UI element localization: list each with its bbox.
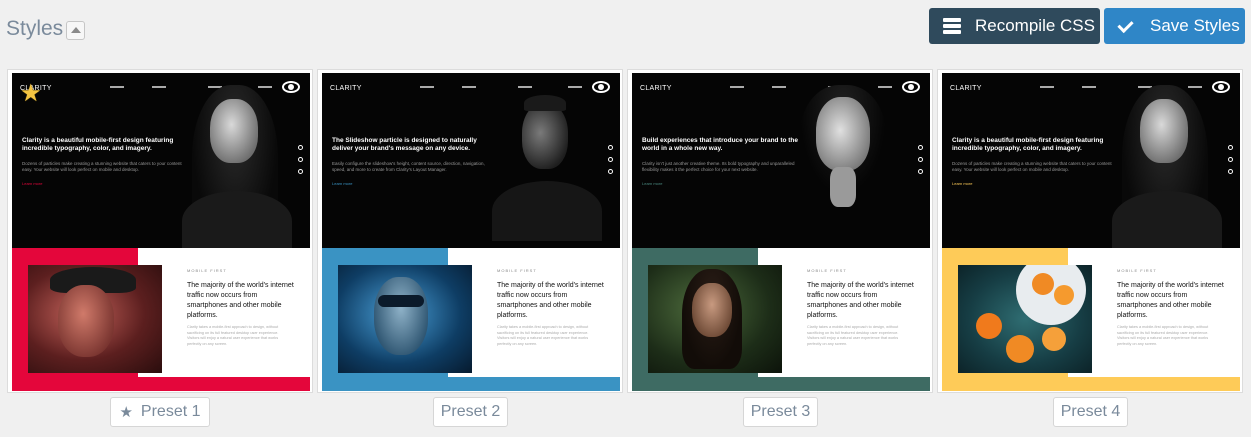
preset-2-button[interactable]: Preset 2	[433, 397, 508, 427]
preview-section-body: Clarity takes a mobile-first approach to…	[187, 325, 279, 346]
preview-subtext: Dozens of particles make creating a stun…	[22, 161, 182, 172]
recompile-css-label: Recompile CSS	[975, 16, 1095, 35]
preview-hero: CLARITY Clarity is a beautiful mobile-fi…	[12, 73, 310, 251]
preview-learn-more: Learn more	[952, 181, 973, 186]
preview-section-title: The majority of the world's internet tra…	[187, 282, 294, 319]
preview-hero: CLARITY Clarity is a beautiful mobile-fi…	[942, 73, 1240, 251]
preview-headline: Build experiences that introduce your br…	[642, 137, 799, 152]
preset-preview: CLARITY Clarity is a beautiful mobile-fi…	[12, 73, 310, 391]
preview-section-body: Clarity takes a mobile-first approach to…	[1117, 325, 1209, 346]
preview-eyebrow: MOBILE FIRST	[807, 268, 847, 273]
preview-learn-more: Learn more	[642, 181, 663, 186]
preview-hero: CLARITY The Slideshow particle is design…	[322, 73, 620, 248]
preset-label: Preset 1	[140, 403, 201, 420]
preview-logo: CLARITY	[950, 85, 982, 92]
preset-label: Preset 2	[440, 403, 501, 420]
preview-logo: CLARITY	[640, 85, 672, 92]
preview-footer	[942, 377, 1240, 391]
preview-lower: MOBILE FIRST The majority of the world's…	[12, 248, 310, 377]
page-title: Styles	[6, 17, 64, 40]
preview-section-title: The majority of the world's internet tra…	[497, 282, 604, 319]
preview-portrait	[492, 81, 602, 249]
preset-preview: CLARITY Build experiences that introduce…	[632, 73, 930, 391]
slide-dots	[298, 145, 304, 181]
preview-photo	[648, 265, 782, 373]
preview-eyebrow: MOBILE FIRST	[187, 268, 227, 273]
preview-learn-more: Learn more	[332, 181, 353, 186]
preview-section-title: The majority of the world's internet tra…	[1117, 282, 1224, 319]
preview-footer	[632, 377, 930, 391]
preset-card-1[interactable]: CLARITY Clarity is a beautiful mobile-fi…	[7, 69, 313, 393]
star-icon: ★	[119, 404, 133, 421]
stack-icon	[943, 18, 961, 34]
slide-dots	[1228, 145, 1234, 181]
preset-3-button[interactable]: Preset 3	[743, 397, 818, 427]
preview-headline: Clarity is a beautiful mobile-first desi…	[22, 137, 174, 152]
preview-subtext: Dozens of particles make creating a stun…	[952, 161, 1112, 172]
preset-preview: CLARITY The Slideshow particle is design…	[322, 73, 620, 391]
preset-card-3[interactable]: CLARITY Build experiences that introduce…	[627, 69, 933, 393]
collapse-toggle-button[interactable]	[66, 21, 85, 40]
preset-4-button[interactable]: Preset 4	[1053, 397, 1128, 427]
slide-dots	[918, 145, 924, 181]
eye-icon	[902, 81, 920, 93]
preset-card-2[interactable]: CLARITY The Slideshow particle is design…	[317, 69, 623, 393]
preview-section-body: Clarity takes a mobile-first approach to…	[807, 325, 899, 346]
preview-portrait	[1112, 81, 1222, 251]
preview-eyebrow: MOBILE FIRST	[1117, 268, 1157, 273]
preview-photo	[28, 265, 162, 373]
preview-section-title: The majority of the world's internet tra…	[807, 282, 914, 319]
preview-photo	[338, 265, 472, 373]
preset-label: Preset 4	[1060, 403, 1121, 420]
preview-portrait	[790, 81, 900, 249]
preview-hero: CLARITY Build experiences that introduce…	[632, 73, 930, 248]
check-icon	[1118, 18, 1136, 34]
preview-photo	[958, 265, 1092, 373]
preview-eyebrow: MOBILE FIRST	[497, 268, 537, 273]
preview-lower: MOBILE FIRST The majority of the world's…	[322, 248, 620, 377]
preset-label: Preset 3	[750, 403, 811, 420]
star-icon: ★	[20, 80, 42, 107]
preset-1-button[interactable]: ★ Preset 1	[110, 397, 210, 427]
preview-portrait	[182, 81, 292, 251]
preset-card-4[interactable]: CLARITY Clarity is a beautiful mobile-fi…	[937, 69, 1243, 393]
preview-footer	[12, 377, 310, 391]
preview-subtext: Clarity isn't just another creative them…	[642, 161, 795, 172]
preview-logo: CLARITY	[330, 85, 362, 92]
preview-lower: MOBILE FIRST The majority of the world's…	[942, 248, 1240, 377]
preview-section-body: Clarity takes a mobile-first approach to…	[497, 325, 589, 346]
preview-footer	[322, 377, 620, 391]
preview-learn-more: Learn more	[22, 181, 43, 186]
preset-preview: CLARITY Clarity is a beautiful mobile-fi…	[942, 73, 1240, 391]
recompile-css-button[interactable]: Recompile CSS	[929, 8, 1100, 44]
slide-dots	[608, 145, 614, 181]
preview-lower: MOBILE FIRST The majority of the world's…	[632, 248, 930, 377]
save-styles-label: Save Styles	[1150, 16, 1240, 35]
preview-headline: Clarity is a beautiful mobile-first desi…	[952, 137, 1104, 152]
save-styles-button[interactable]: Save Styles	[1104, 8, 1245, 44]
preview-subtext: Easily configure the slideshow's height,…	[332, 161, 485, 172]
preview-headline: The Slideshow particle is designed to na…	[332, 137, 477, 152]
